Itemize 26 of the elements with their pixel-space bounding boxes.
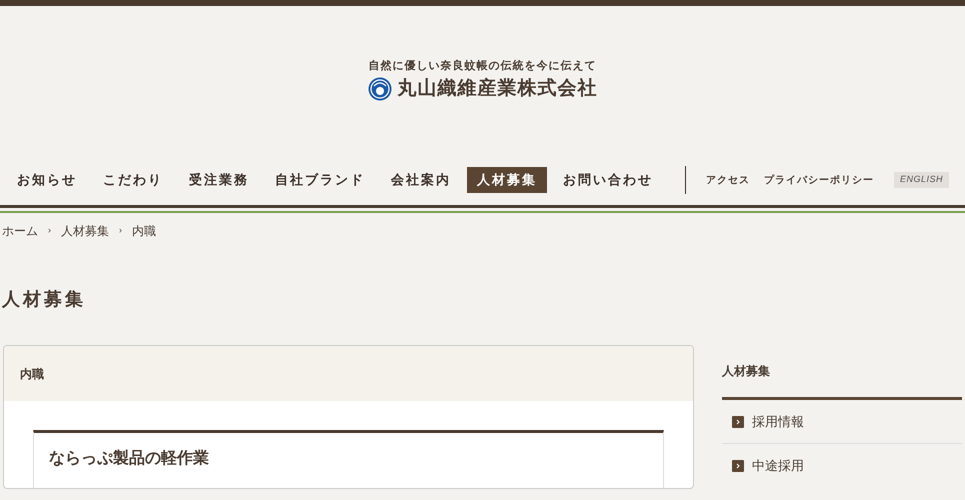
section-title: ならっぷ製品の軽作業: [33, 430, 664, 488]
nav-tab[interactable]: お問い合わせ: [553, 167, 663, 193]
page-title: 人材募集: [0, 288, 87, 311]
nav-tab[interactable]: 受注業務: [179, 167, 259, 193]
card-header: 内職: [4, 346, 693, 401]
nav-tab[interactable]: こだわり: [93, 167, 173, 193]
nav-tab[interactable]: 人材募集: [467, 167, 547, 193]
sidebar-link[interactable]: 中途採用: [722, 444, 962, 488]
breadcrumb-link[interactable]: 人材募集: [61, 222, 109, 240]
chevron-icon: [732, 416, 744, 428]
nav-tab[interactable]: お知らせ: [7, 167, 87, 193]
sidebar-heading: 人材募集: [722, 363, 771, 380]
nav-tab[interactable]: 自社ブランド: [265, 167, 375, 193]
breadcrumb-link[interactable]: ホーム: [2, 222, 38, 240]
breadcrumb-separator: ›: [119, 224, 122, 238]
nav-link[interactable]: プライバシーポリシー: [764, 172, 874, 188]
nav-tab[interactable]: 会社案内: [381, 167, 461, 193]
breadcrumb-separator: ›: [48, 224, 51, 238]
nav-link[interactable]: アクセス: [706, 172, 750, 188]
current-page-label: 内職: [132, 223, 156, 240]
chevron-icon: [732, 460, 744, 472]
tagline: 自然に優しい奈良蚊帳の伝統を今に伝えて: [368, 59, 596, 73]
logo-icon: [368, 77, 392, 101]
language-button[interactable]: ENGLISH: [894, 172, 950, 188]
sidebar-link[interactable]: 採用情報: [722, 400, 962, 444]
company-logo[interactable]: 丸山織維産業株式会社: [398, 77, 598, 101]
